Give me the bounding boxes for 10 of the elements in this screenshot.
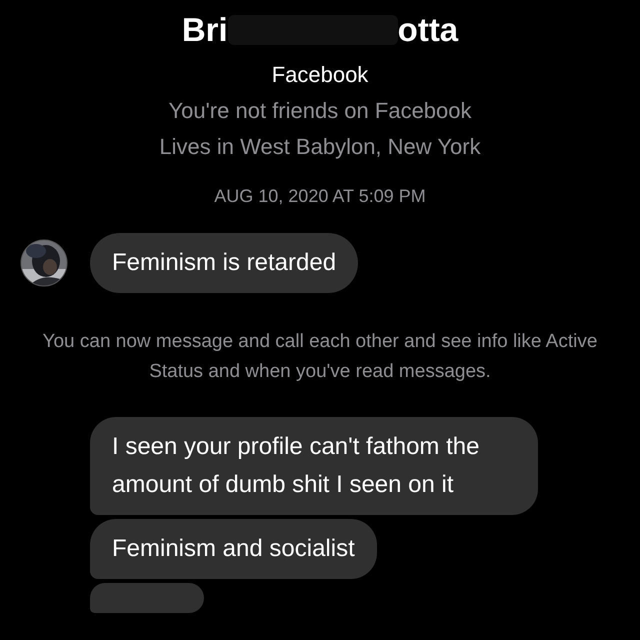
system-notice: You can now message and call each other and see info like Active Status and when you've read messages. (42, 330, 598, 384)
platform-label: Facebook (272, 62, 368, 88)
contact-name-end: otta (398, 11, 458, 49)
timestamp: AUG 10, 2020 AT 5:09 PM (214, 186, 426, 207)
message-bubble: I seen your profile can't fathom the amount of dumb shit I seen on it (90, 417, 538, 515)
profile-detail: Lives in West Babylon, New York (159, 134, 481, 160)
message-bubble: Feminism and socialist (90, 519, 377, 579)
contact-name-start: Bri (182, 11, 228, 49)
message-bubble: Feminism is retarded (90, 233, 358, 293)
profile-detail: You're not friends on Facebook (168, 98, 472, 124)
